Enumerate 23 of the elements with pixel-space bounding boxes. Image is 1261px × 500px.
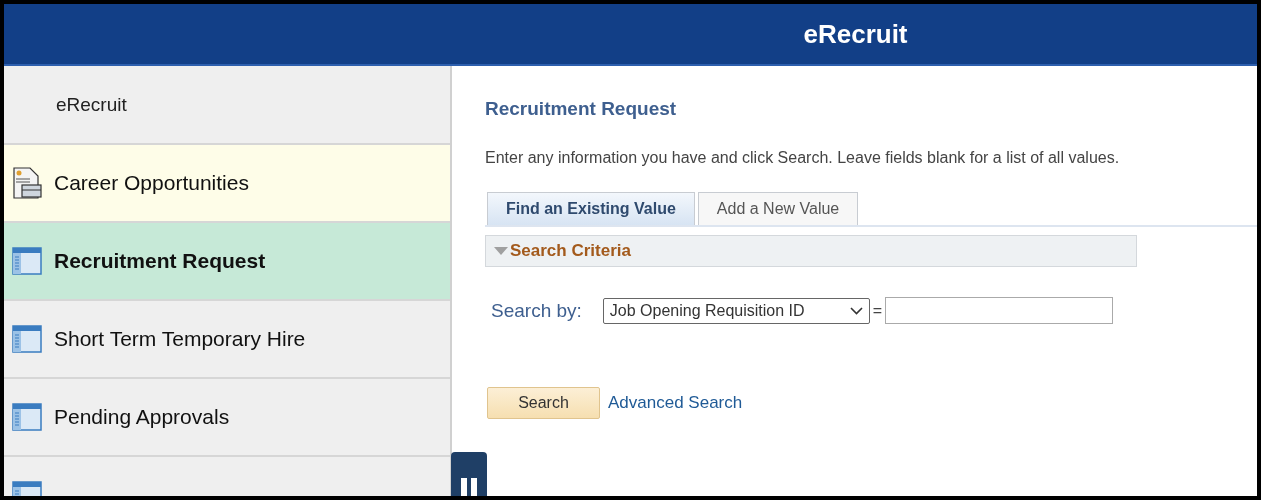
advanced-search-link[interactable]: Advanced Search xyxy=(608,390,743,416)
sidebar-item[interactable]: Career Opportunities xyxy=(4,145,450,223)
section-title: Search Criteria xyxy=(510,239,631,262)
tab[interactable]: Add a New Value xyxy=(697,191,859,225)
collapse-triangle-icon xyxy=(494,245,508,256)
page-icon xyxy=(12,247,42,275)
pane-splitter-handle[interactable] xyxy=(451,452,487,496)
page-icon xyxy=(12,325,42,353)
section-header[interactable]: Search Criteria xyxy=(485,234,1137,267)
tab[interactable]: Find an Existing Value xyxy=(487,191,695,225)
search-by-label: Search by: xyxy=(491,298,582,323)
document-briefcase-icon xyxy=(12,167,42,199)
pause-bars-icon xyxy=(459,478,479,496)
page-title: Recruitment Request xyxy=(485,97,678,121)
sidebar-item[interactable]: Recruitment Request xyxy=(4,223,450,301)
equals-sign: = xyxy=(872,300,883,321)
search-by-dropdown[interactable]: Job Opening Requisition ID xyxy=(602,297,870,324)
header-title: eRecruit xyxy=(802,17,909,51)
search-button[interactable]: Search xyxy=(487,387,600,419)
instructions-text: Enter any information you have and click Search. Leave fields blank for a list of all values. xyxy=(485,147,1121,168)
chevron-down-icon xyxy=(849,306,863,315)
search-input-field[interactable] xyxy=(885,297,1114,325)
page-icon xyxy=(12,403,42,431)
